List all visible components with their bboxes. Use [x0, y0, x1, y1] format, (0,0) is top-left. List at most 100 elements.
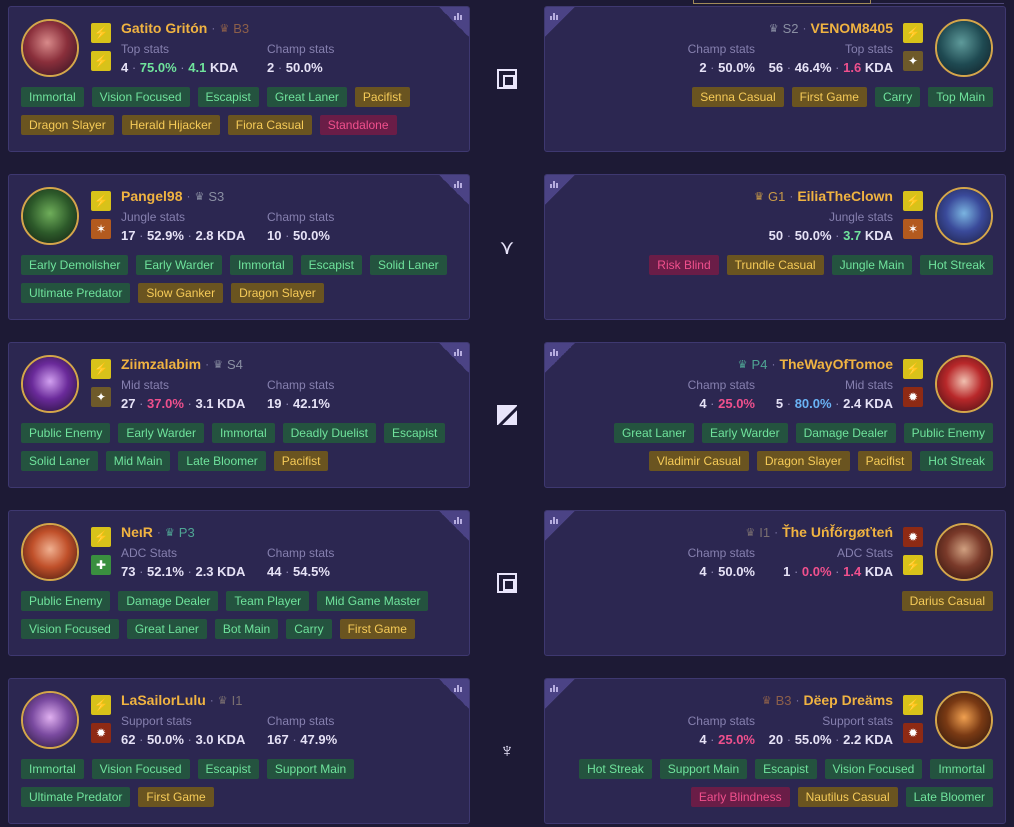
player-card-left[interactable]: ⚡ ✹ LaSailorLulu · ♛ I1 Support stats 62 · 50.0… — [8, 678, 470, 824]
player-tag[interactable]: First Game — [339, 619, 415, 639]
player-tag[interactable]: Damage Dealer — [118, 591, 219, 611]
player-tag[interactable]: Public Enemy — [21, 591, 111, 611]
player-tag[interactable]: Dragon Slayer — [231, 283, 324, 303]
player-tag[interactable]: Nautilus Casual — [797, 787, 898, 807]
player-tag[interactable]: Darius Casual — [901, 591, 993, 611]
stats-graph-icon[interactable] — [545, 7, 575, 37]
champion-avatar[interactable] — [935, 19, 993, 77]
stats-graph-icon[interactable] — [439, 511, 469, 541]
player-name[interactable]: EiliaTheClown — [797, 188, 893, 204]
champion-avatar[interactable] — [935, 691, 993, 749]
player-tag[interactable]: Slow Ganker — [138, 283, 224, 303]
player-tag[interactable]: Vision Focused — [21, 619, 119, 639]
player-name[interactable]: VENOM8405 — [811, 20, 893, 36]
player-tag[interactable]: Escapist — [197, 87, 259, 107]
player-card-right[interactable]: ⚡ ✹ ♛ B3 · Dëep Dreäms Support stats 20 · 55.0%… — [544, 678, 1006, 824]
player-tag[interactable]: Immortal — [930, 759, 993, 779]
stats-graph-icon[interactable] — [545, 175, 575, 205]
player-name[interactable]: Dëep Dreäms — [804, 692, 894, 708]
player-name[interactable]: Ziimzalabim — [121, 356, 201, 372]
player-tag[interactable]: Mid Game Master — [317, 591, 429, 611]
player-tag[interactable]: Ultimate Predator — [21, 283, 131, 303]
champion-avatar[interactable] — [935, 355, 993, 413]
champion-avatar[interactable] — [21, 19, 79, 77]
player-tag[interactable]: Hot Streak — [920, 255, 993, 275]
stats-graph-icon[interactable] — [439, 679, 469, 709]
player-tag[interactable]: Hot Streak — [579, 759, 652, 779]
player-tag[interactable]: Early Demolisher — [21, 255, 129, 275]
champion-avatar[interactable] — [21, 523, 79, 581]
player-tag[interactable]: Escapist — [197, 759, 259, 779]
champion-avatar[interactable] — [935, 187, 993, 245]
player-tag[interactable]: Pacifist — [273, 451, 329, 471]
player-tag[interactable]: Pacifist — [354, 87, 410, 107]
champion-avatar[interactable] — [935, 523, 993, 581]
player-tag[interactable]: Risk Blind — [649, 255, 719, 275]
player-name[interactable]: Pangel98 — [121, 188, 182, 204]
player-tag[interactable]: Vladimir Casual — [648, 451, 749, 471]
player-tag[interactable]: Top Main — [928, 87, 993, 107]
player-tag[interactable]: Vision Focused — [91, 759, 190, 779]
player-tag[interactable]: Vision Focused — [824, 759, 923, 779]
player-tag[interactable]: Late Bloomer — [905, 787, 993, 807]
player-tag[interactable]: Escapist — [755, 759, 817, 779]
player-tag[interactable]: Trundle Casual — [726, 255, 824, 275]
player-tag[interactable]: Early Warder — [136, 255, 222, 275]
player-card-left[interactable]: ⚡ ✚ NeιR · ♛ P3 ADC Stats 73 · 52.1% · 2.3 KDA C… — [8, 510, 470, 656]
player-tag[interactable]: Immortal — [21, 759, 84, 779]
player-tag[interactable]: Early Blindness — [690, 787, 790, 807]
player-tag[interactable]: Great Laner — [266, 87, 347, 107]
player-name[interactable]: TheWayOfTomoe — [779, 356, 893, 372]
player-tag[interactable]: Jungle Main — [831, 255, 913, 275]
player-tag[interactable]: Escapist — [300, 255, 362, 275]
stats-graph-icon[interactable] — [439, 175, 469, 205]
player-tag[interactable]: Immortal — [21, 87, 84, 107]
player-tag[interactable]: Late Bloomer — [178, 451, 266, 471]
champion-avatar[interactable] — [21, 691, 79, 749]
stats-graph-icon[interactable] — [439, 7, 469, 37]
player-tag[interactable]: Hot Streak — [920, 451, 993, 471]
player-tag[interactable]: Support Main — [266, 759, 355, 779]
player-name[interactable]: NeιR — [121, 524, 153, 540]
player-tag[interactable]: Dragon Slayer — [21, 115, 114, 135]
player-card-right[interactable]: ⚡ ✶ ♛ G1 · EiliaTheClown Jungle stats 50 · 50.0… — [544, 174, 1006, 320]
player-tag[interactable]: Standalone — [319, 115, 397, 135]
player-tag[interactable]: Solid Laner — [21, 451, 98, 471]
player-card-right[interactable]: ⚡ ✹ ♛ P4 · TheWayOfTomoe Mid stats 5 · 80.0% · … — [544, 342, 1006, 488]
stats-graph-icon[interactable] — [545, 679, 575, 709]
player-tag[interactable]: Immortal — [229, 255, 293, 275]
player-tag[interactable]: Early Warder — [702, 423, 788, 443]
player-tag[interactable]: Immortal — [211, 423, 275, 443]
player-tag[interactable]: First Game — [138, 787, 214, 807]
player-tag[interactable]: Solid Laner — [369, 255, 447, 275]
player-name[interactable]: Gatito Gritón — [121, 20, 207, 36]
player-tag[interactable]: Fiora Casual — [227, 115, 312, 135]
player-tag[interactable]: Deadly Duelist — [282, 423, 376, 443]
player-tag[interactable]: Team Player — [226, 591, 310, 611]
player-card-left[interactable]: ⚡ ✦ Ziimzalabim · ♛ S4 Mid stats 27 · 37.0% · 3… — [8, 342, 470, 488]
player-name[interactable]: LaSailorLulu — [121, 692, 206, 708]
player-tag[interactable]: Public Enemy — [21, 423, 111, 443]
player-tag[interactable]: Great Laner — [613, 423, 694, 443]
stats-graph-icon[interactable] — [439, 343, 469, 373]
player-tag[interactable]: Carry — [286, 619, 332, 639]
player-tag[interactable]: Carry — [874, 87, 921, 107]
player-tag[interactable]: Vision Focused — [91, 87, 190, 107]
player-tag[interactable]: Damage Dealer — [795, 423, 896, 443]
player-tag[interactable]: Senna Casual — [692, 87, 784, 107]
player-tag[interactable]: Great Laner — [126, 619, 207, 639]
player-card-right[interactable]: ✹ ⚡ ♛ I1 · Ť̌he Uńf̌őrgøťteń ADC Stats 1 · 0.0%… — [544, 510, 1006, 656]
player-tag[interactable]: Early Warder — [118, 423, 204, 443]
player-tag[interactable]: Pacifist — [857, 451, 913, 471]
player-card-left[interactable]: ⚡ ✶ Pangel98 · ♛ S3 Jungle stats 17 · 52.9% · 2… — [8, 174, 470, 320]
stats-graph-icon[interactable] — [545, 511, 575, 541]
player-tag[interactable]: Public Enemy — [903, 423, 993, 443]
player-tag[interactable]: First Game — [791, 87, 867, 107]
player-card-left[interactable]: ⚡ ⚡ Gatito Gritón · ♛ B3 Top stats 4 · 75.0% · … — [8, 6, 470, 152]
player-tag[interactable]: Herald Hijacker — [121, 115, 220, 135]
player-tag[interactable]: Bot Main — [214, 619, 279, 639]
player-tag[interactable]: Ultimate Predator — [21, 787, 131, 807]
player-tag[interactable]: Dragon Slayer — [756, 451, 850, 471]
champion-avatar[interactable] — [21, 355, 79, 413]
player-card-right[interactable]: ⚡ ✦ ♛ S2 · VENOM8405 Top stats 56 · 46.4% · 1.6… — [544, 6, 1006, 152]
